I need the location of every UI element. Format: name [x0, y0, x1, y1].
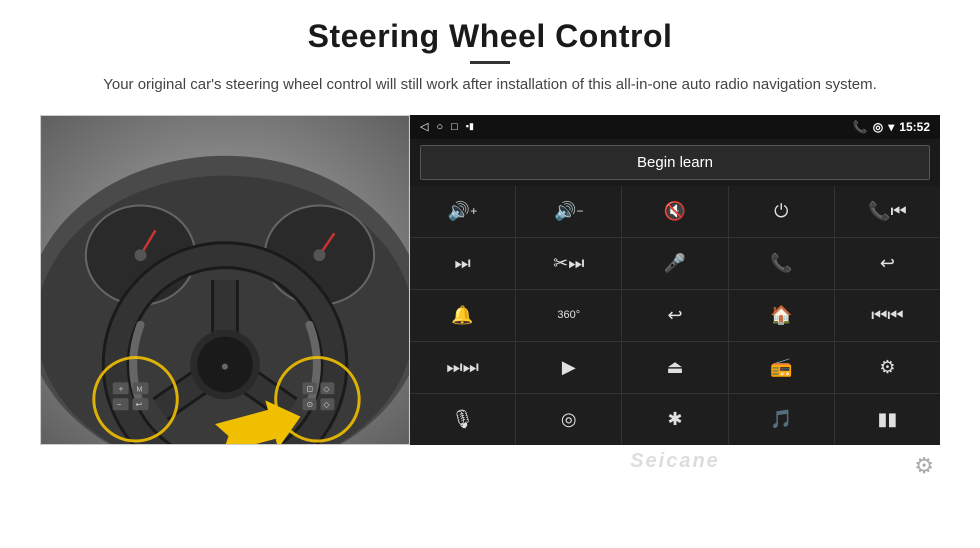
- svg-text:●: ●: [221, 357, 229, 373]
- controls-grid: 🔊+ 🔊− 🔇 ⏻ 📞⏮ ⏭ ✂⏭ 🎤 📞 ↩ 🔔 360° ↩ 🏠: [410, 186, 940, 445]
- ctrl-ffwd[interactable]: ✂⏭: [516, 238, 621, 289]
- ctrl-back[interactable]: ↩: [622, 290, 727, 341]
- content-area: ● + M − ↩ ⊡ ◇: [40, 115, 940, 445]
- svg-text:◇: ◇: [323, 384, 330, 393]
- ctrl-vol-up[interactable]: 🔊+: [410, 186, 515, 237]
- ctrl-circle[interactable]: ◎: [516, 394, 621, 445]
- home-nav-icon[interactable]: ○: [436, 121, 443, 133]
- svg-text:−: −: [117, 400, 122, 409]
- ctrl-prev-call[interactable]: 📞⏮: [835, 186, 940, 237]
- ctrl-vol-down[interactable]: 🔊−: [516, 186, 621, 237]
- android-screen: ◁ ○ □ ▪▮ 📞 ◎ ▾ 15:52 Begin learn: [410, 115, 940, 445]
- svg-text:⊙: ⊙: [307, 400, 314, 409]
- svg-text:+: +: [119, 384, 124, 393]
- ctrl-nav[interactable]: ▶: [516, 342, 621, 393]
- begin-learn-button[interactable]: Begin learn: [420, 145, 930, 180]
- ctrl-eject[interactable]: ⏏: [622, 342, 727, 393]
- status-right: 📞 ◎ ▾ 15:52: [853, 120, 930, 134]
- begin-learn-row: Begin learn: [410, 139, 940, 186]
- page-container: Steering Wheel Control Your original car…: [0, 0, 980, 548]
- phone-status-icon: 📞: [853, 120, 868, 134]
- ctrl-skip[interactable]: ⏭⏭: [410, 342, 515, 393]
- subtitle: Your original car's steering wheel contr…: [103, 74, 877, 97]
- title-section: Steering Wheel Control Your original car…: [103, 18, 877, 109]
- ctrl-voice[interactable]: 🎙: [410, 394, 515, 445]
- ctrl-equalizer[interactable]: ▮▮: [835, 394, 940, 445]
- ctrl-radio[interactable]: 📻: [729, 342, 834, 393]
- ctrl-settings-grid[interactable]: ⚙: [835, 342, 940, 393]
- ctrl-mic[interactable]: 🎤: [622, 238, 727, 289]
- sd-icon: ▪▮: [466, 121, 474, 132]
- ctrl-home[interactable]: 🏠: [729, 290, 834, 341]
- wifi-status-icon: ▾: [888, 120, 894, 134]
- ctrl-music[interactable]: 🎵: [729, 394, 834, 445]
- settings-gear-icon[interactable]: ⚙: [914, 453, 934, 479]
- svg-text:M: M: [137, 386, 143, 393]
- ctrl-power[interactable]: ⏻: [729, 186, 834, 237]
- status-bar: ◁ ○ □ ▪▮ 📞 ◎ ▾ 15:52: [410, 115, 940, 139]
- recents-nav-icon[interactable]: □: [451, 121, 458, 133]
- clock: 15:52: [899, 120, 930, 134]
- page-title: Steering Wheel Control: [103, 18, 877, 55]
- ctrl-horn[interactable]: 🔔: [410, 290, 515, 341]
- ctrl-prev-prev[interactable]: ⏮⏮: [835, 290, 940, 341]
- car-image: ● + M − ↩ ⊡ ◇: [40, 115, 410, 445]
- svg-text:⊡: ⊡: [307, 384, 314, 393]
- android-ui: ◁ ○ □ ▪▮ 📞 ◎ ▾ 15:52 Begin learn: [410, 115, 940, 445]
- back-nav-icon[interactable]: ◁: [420, 120, 428, 133]
- ctrl-next-track[interactable]: ⏭: [410, 238, 515, 289]
- location-status-icon: ◎: [873, 120, 883, 134]
- title-divider: [470, 61, 510, 64]
- status-left: ◁ ○ □ ▪▮: [420, 120, 474, 133]
- ctrl-360cam[interactable]: 360°: [516, 290, 621, 341]
- ctrl-call[interactable]: 📞: [729, 238, 834, 289]
- ctrl-hangup[interactable]: ↩: [835, 238, 940, 289]
- svg-text:◇: ◇: [323, 400, 330, 409]
- ctrl-mute[interactable]: 🔇: [622, 186, 727, 237]
- svg-text:↩: ↩: [136, 400, 143, 409]
- seicane-watermark: Seicane: [630, 450, 720, 473]
- ctrl-bluetooth[interactable]: ✱: [622, 394, 727, 445]
